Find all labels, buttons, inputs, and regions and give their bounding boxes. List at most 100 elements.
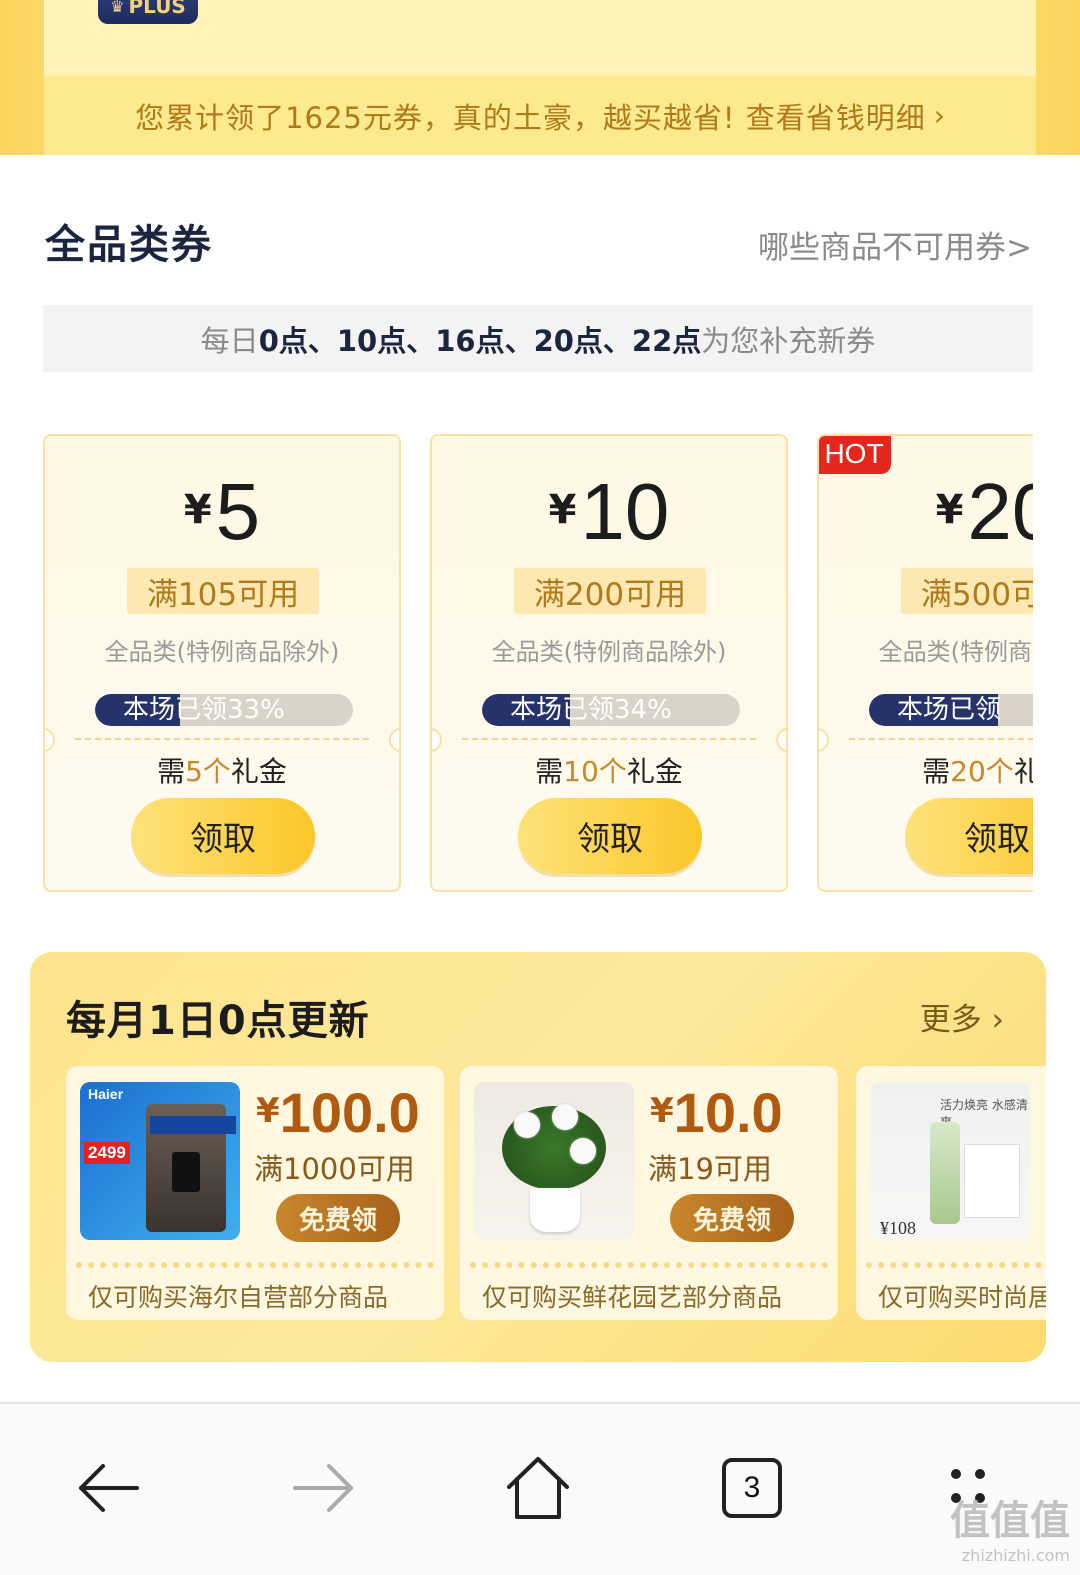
ticket-notch bbox=[819, 728, 829, 752]
need-amount: 20个 bbox=[950, 755, 1014, 788]
claim-button[interactable]: 领取 bbox=[518, 798, 702, 874]
product-image: Haier 2499 bbox=[80, 1082, 240, 1240]
claim-progress-bar: 本场已领33% bbox=[95, 694, 353, 726]
yen-sign: ¥ bbox=[650, 1091, 674, 1131]
thumb-price: ¥108 bbox=[880, 1218, 916, 1238]
required-credit: 需20个礼金 bbox=[819, 750, 1033, 790]
claim-progress-bar: 本场已领34% bbox=[482, 694, 740, 726]
flower bbox=[552, 1104, 578, 1130]
coupon-card: ¥10 满200可用 全品类(特例商品除外) 本场已领34% 需10个礼金 领取 bbox=[430, 434, 788, 892]
yen-sign: ¥ bbox=[183, 487, 212, 533]
brand-coupon-card[interactable]: Haier 2499 ¥100.0 满1000可用 免费领 仅可购买海尔自营部分… bbox=[66, 1066, 444, 1320]
coupon-price: ¥10 bbox=[432, 466, 786, 558]
flower-pot bbox=[530, 1188, 580, 1232]
arrow-right-icon bbox=[293, 1464, 353, 1512]
dotted-divider bbox=[470, 1262, 828, 1268]
arrow-left-icon bbox=[79, 1464, 139, 1512]
coupon-condition: 满105可用 bbox=[127, 568, 319, 614]
refill-times: 0点、10点、16点、20点、22点 bbox=[258, 323, 702, 358]
free-claim-button[interactable]: 免费领 bbox=[276, 1194, 400, 1242]
ticket-notch bbox=[45, 728, 55, 752]
claim-progress-text: 本场已领34% bbox=[510, 695, 672, 725]
product-image: 活力焕亮 水感清爽 ¥108 bbox=[870, 1082, 1030, 1240]
need-amount: 5个 bbox=[185, 755, 231, 788]
coupon-scope: 全品类(特例商品除外) bbox=[878, 638, 1033, 666]
tabs-button[interactable]: 3 bbox=[712, 1448, 792, 1528]
savings-text: 您累计领了1625元券，真的土豪，越买越省! 查看省钱明细 bbox=[135, 100, 926, 135]
cosmetic-bottle bbox=[930, 1122, 960, 1224]
coupon-value: ¥100.0 bbox=[256, 1080, 420, 1145]
claim-progress-text: 本场已领 bbox=[897, 695, 1002, 725]
dotted-divider bbox=[866, 1262, 1046, 1268]
product-image bbox=[474, 1082, 634, 1240]
section-title: 全品类券 bbox=[45, 222, 213, 268]
need-prefix: 需 bbox=[922, 755, 951, 788]
home-button[interactable] bbox=[498, 1448, 578, 1528]
home-icon bbox=[507, 1457, 569, 1519]
claim-button[interactable]: 领取 bbox=[131, 798, 315, 874]
heater-display bbox=[172, 1152, 200, 1192]
thumb-price-tag: 2499 bbox=[84, 1142, 130, 1164]
dashed-divider bbox=[75, 738, 369, 740]
watermark-text: 值值值 bbox=[950, 1498, 1070, 1544]
plus-badge: ♛ PLUS bbox=[98, 0, 198, 24]
dotted-divider bbox=[76, 1262, 434, 1268]
plus-badge-label: PLUS bbox=[128, 0, 186, 18]
refill-suffix: 为您补充新券 bbox=[701, 323, 876, 358]
more-link[interactable]: 更多 › bbox=[920, 994, 1004, 1039]
need-prefix: 需 bbox=[535, 755, 564, 788]
excluded-items-link[interactable]: 哪些商品不可用券> bbox=[758, 222, 1032, 267]
required-credit: 需5个礼金 bbox=[45, 750, 399, 790]
coupon-restriction: 仅可购买鲜花园艺部分商品 bbox=[482, 1283, 783, 1312]
coupon-value: ¥10.0 bbox=[650, 1080, 783, 1145]
coupon-amount: 5 bbox=[215, 467, 261, 556]
coupon-scope: 全品类(特例商品除外) bbox=[104, 638, 340, 666]
coupon-card: HOT ¥20 满500可用 全品类(特例商品除外) 本场已领 需20个礼金 领… bbox=[817, 434, 1033, 892]
watermark: 值值值 zhizhizhi.com bbox=[950, 1488, 1070, 1565]
yen-sign: ¥ bbox=[256, 1091, 280, 1131]
free-claim-button[interactable]: 免费领 bbox=[670, 1194, 794, 1242]
monthly-coupons-panel: 每月1日0点更新 更多 › Haier 2499 ¥100.0 满1000可用 … bbox=[30, 952, 1046, 1362]
coupon-card: ¥5 满105可用 全品类(特例商品除外) 本场已领33% 需5个礼金 领取 bbox=[43, 434, 401, 892]
coupon-list[interactable]: ¥5 满105可用 全品类(特例商品除外) 本场已领33% 需5个礼金 领取 ¥… bbox=[43, 434, 1033, 894]
flower bbox=[570, 1138, 596, 1164]
refill-prefix: 每日 bbox=[200, 323, 259, 358]
promo-strip bbox=[150, 1116, 236, 1134]
coupon-restriction: 仅可购买时尚居 bbox=[878, 1283, 1046, 1312]
coupon-scope: 全品类(特例商品除外) bbox=[491, 638, 727, 666]
coupon-value-number: 100.0 bbox=[279, 1081, 420, 1144]
page: ♛ PLUS 您累计领了1625元券，真的土豪，越买越省! 查看省钱明细 › 全… bbox=[0, 0, 1080, 1575]
savings-detail-link[interactable]: 您累计领了1625元券，真的土豪，越买越省! 查看省钱明细 › bbox=[44, 76, 1036, 155]
dashed-divider bbox=[849, 738, 1033, 740]
tabs-icon bbox=[722, 1458, 782, 1518]
brand-coupon-card[interactable]: 活力焕亮 水感清爽 ¥108 仅可购买时尚居 bbox=[856, 1066, 1046, 1320]
need-prefix: 需 bbox=[157, 755, 186, 788]
need-suffix: 礼金 bbox=[626, 755, 683, 788]
coupon-condition: 满200可用 bbox=[514, 568, 706, 614]
coupon-condition: 满1000可用 bbox=[254, 1152, 415, 1186]
back-button[interactable] bbox=[68, 1448, 148, 1528]
ticket-notch bbox=[389, 728, 399, 752]
forward-button[interactable] bbox=[284, 1448, 364, 1528]
chevron-right-icon: › bbox=[933, 99, 945, 132]
coupon-price: ¥5 bbox=[45, 466, 399, 558]
monthly-title: 每月1日0点更新 bbox=[66, 998, 370, 1044]
claim-button[interactable]: 领取 bbox=[905, 798, 1033, 874]
thumb-brand: Haier bbox=[88, 1086, 124, 1102]
cosmetic-box bbox=[964, 1144, 1020, 1218]
brand-coupon-card[interactable]: ¥10.0 满19可用 免费领 仅可购买鲜花园艺部分商品 bbox=[460, 1066, 838, 1320]
coupon-amount: 20 bbox=[967, 467, 1033, 556]
need-suffix: 礼金 bbox=[1014, 755, 1033, 788]
ticket-notch bbox=[432, 728, 442, 752]
claim-progress-text: 本场已领33% bbox=[123, 695, 285, 725]
watermark-url: zhizhizhi.com bbox=[961, 1546, 1070, 1565]
dashed-divider bbox=[462, 738, 756, 740]
need-suffix: 礼金 bbox=[230, 755, 287, 788]
coupon-condition: 满500可用 bbox=[901, 568, 1033, 614]
refill-schedule: 每日 0点、10点、16点、20点、22点 为您补充新券 bbox=[43, 305, 1033, 372]
yen-sign: ¥ bbox=[935, 487, 964, 533]
coupon-condition: 满19可用 bbox=[648, 1152, 772, 1186]
need-amount: 10个 bbox=[563, 755, 627, 788]
coupon-amount: 10 bbox=[580, 467, 670, 556]
flower bbox=[514, 1112, 540, 1138]
